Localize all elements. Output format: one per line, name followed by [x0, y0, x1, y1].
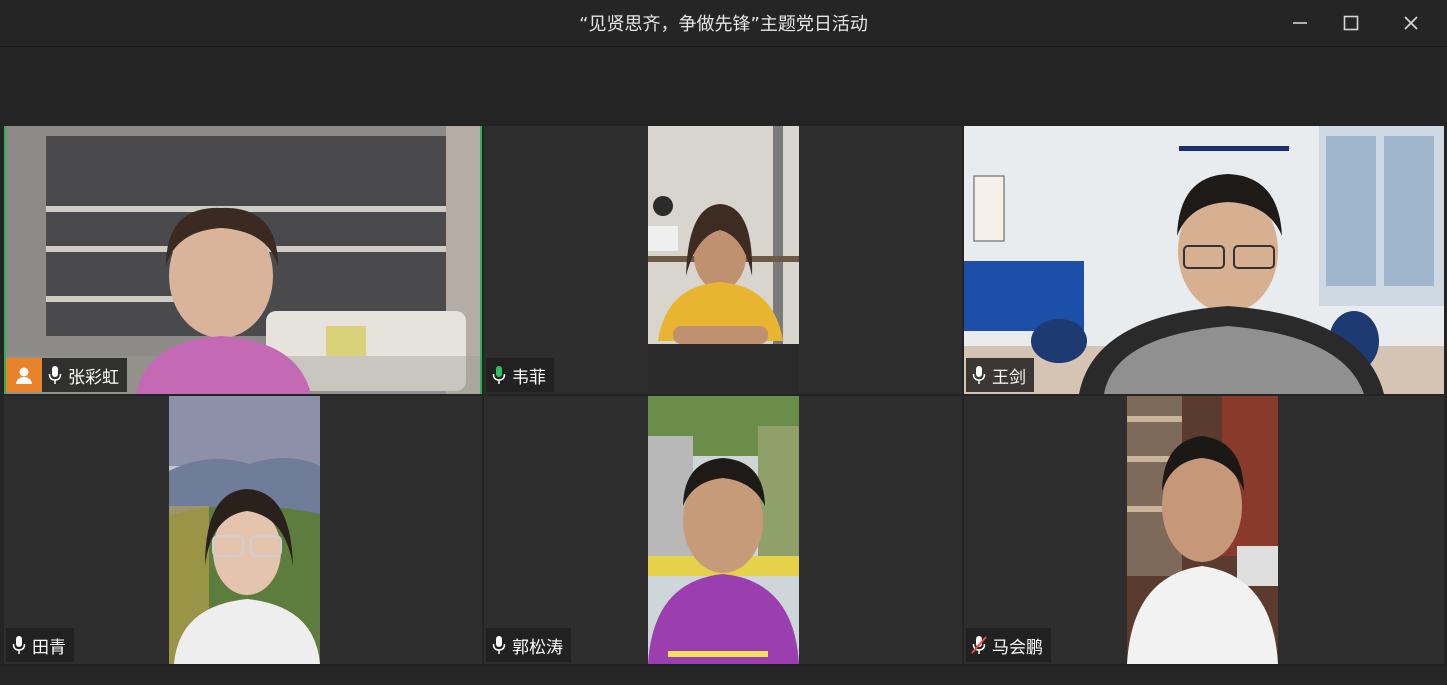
maximize-icon: [1343, 15, 1359, 31]
participant-name-tag: 马会鹏: [966, 628, 1051, 662]
participant-video: [1127, 396, 1278, 664]
microphone-icon: [486, 628, 512, 662]
window-title: “见贤思齐，争做先锋”主题党日活动: [579, 14, 868, 35]
participant-video: [169, 396, 320, 664]
meeting-window: “见贤思齐，争做先锋”主题党日活动 张彩虹 韦菲 王剑 田青 郭松涛 马会鹏: [0, 0, 1447, 685]
microphone-icon: [42, 358, 68, 392]
participant-name-tag: 张彩虹: [6, 358, 127, 392]
participant-name: 王剑: [992, 367, 1026, 388]
microphone-active-icon: [486, 358, 512, 392]
participant-video: [964, 126, 1444, 394]
participant-video: [648, 126, 799, 394]
host-icon: [6, 358, 42, 392]
participant-name: 田青: [32, 637, 66, 658]
title-bar: “见贤思齐，争做先锋”主题党日活动: [0, 0, 1447, 47]
participant-video: [6, 126, 480, 394]
toolbar-strip: [0, 47, 1447, 125]
participant-tile[interactable]: 马会鹏: [964, 396, 1444, 664]
video-grid: 张彩虹 韦菲 王剑 田青 郭松涛 马会鹏: [4, 126, 1444, 666]
participant-tile[interactable]: 王剑: [964, 126, 1444, 394]
microphone-icon: [966, 358, 992, 392]
participant-name: 韦菲: [512, 367, 546, 388]
participant-name-tag: 王剑: [966, 358, 1034, 392]
video-frame-street: [648, 396, 799, 664]
video-frame-landscape: [169, 396, 320, 664]
participant-video: [648, 396, 799, 664]
participant-name: 张彩虹: [68, 367, 119, 388]
microphone-icon: [6, 628, 32, 662]
video-frame-bookshelf: [1127, 396, 1278, 664]
video-frame-livingroom: [6, 126, 480, 394]
participant-name: 郭松涛: [512, 637, 563, 658]
close-icon: [1403, 15, 1419, 31]
participant-name: 马会鹏: [992, 637, 1043, 658]
participant-tile[interactable]: 田青: [4, 396, 482, 664]
participant-tile[interactable]: 张彩虹: [4, 126, 482, 394]
participant-tile[interactable]: 郭松涛: [484, 396, 962, 664]
participant-name-tag: 韦菲: [486, 358, 554, 392]
minimize-button[interactable]: [1282, 8, 1318, 38]
participant-name-tag: 郭松涛: [486, 628, 571, 662]
participant-name-tag: 田青: [6, 628, 74, 662]
video-frame-bright-room: [964, 126, 1444, 394]
maximize-button[interactable]: [1333, 8, 1369, 38]
bottom-bar: [0, 666, 1447, 685]
video-frame-office: [648, 126, 799, 394]
microphone-muted-icon: [966, 628, 992, 662]
participant-tile[interactable]: 韦菲: [484, 126, 962, 394]
minimize-icon: [1292, 15, 1308, 31]
close-button[interactable]: [1393, 8, 1429, 38]
